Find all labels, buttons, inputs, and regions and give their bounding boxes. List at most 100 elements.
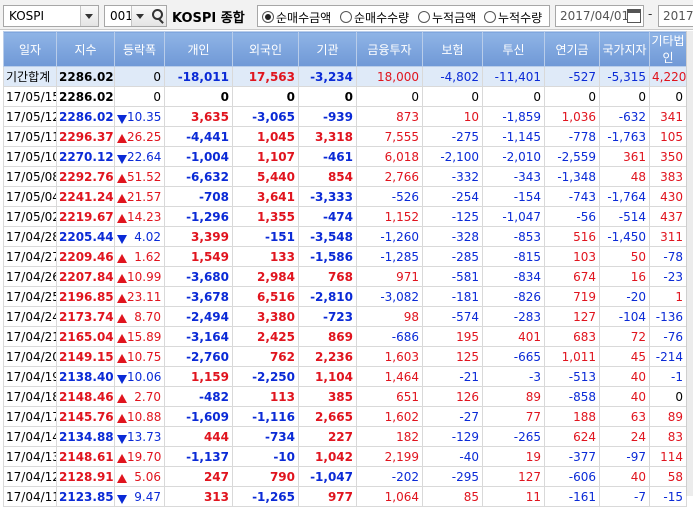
insurance-cell: 126 xyxy=(422,386,483,407)
individual-cell: 0 xyxy=(164,86,233,107)
date-cell: 17/04/13 xyxy=(3,446,57,467)
table-row[interactable]: 17/05/11 2296.37 26.25 -4,441 1,045 3,318 7,55… xyxy=(3,126,687,147)
triangle-up-icon xyxy=(117,193,127,203)
chevron-down-icon[interactable] xyxy=(131,6,149,26)
change-cell: 13.73 xyxy=(114,426,165,447)
index-cell: 2196.85 xyxy=(56,286,115,307)
date-cell: 17/04/14 xyxy=(3,426,57,447)
table-row[interactable]: 17/04/12 2128.91 5.06 247 790 -1,047 -202 -295 1… xyxy=(3,466,687,487)
individual-cell: -1,296 xyxy=(164,206,233,227)
radio-net-buy-amount[interactable]: 순매수금액 xyxy=(262,9,331,26)
code-combo[interactable]: 001 xyxy=(104,5,150,27)
date-cell: 17/04/18 xyxy=(3,386,57,407)
table-row[interactable]: 17/04/17 2145.76 10.88 -1,609 -1,116 2,665 1,6… xyxy=(3,406,687,427)
date-to-field[interactable]: 2017/ xyxy=(658,5,693,27)
financial-investment-cell: 18,000 xyxy=(356,66,423,87)
pension-fund-cell: -527 xyxy=(544,66,600,87)
radio-cumulative-quantity[interactable]: 누적수량 xyxy=(484,9,542,26)
foreign-cell: -1,265 xyxy=(232,486,299,507)
financial-investment-cell: 1,603 xyxy=(356,346,423,367)
other-corp-cell: -76 xyxy=(649,326,687,347)
table-row[interactable]: 17/04/25 2196.85 23.11 -3,678 6,516 -2,810 -3,… xyxy=(3,286,687,307)
table-row[interactable]: 17/04/21 2165.04 15.89 -3,164 2,425 869 -686 19… xyxy=(3,326,687,347)
chevron-down-icon[interactable] xyxy=(80,6,98,26)
other-corp-cell: 430 xyxy=(649,186,687,207)
column-header[interactable]: 금융투자 xyxy=(356,31,423,67)
column-header[interactable]: 기관 xyxy=(298,31,357,67)
column-header[interactable]: 국가지자 xyxy=(599,31,650,67)
column-header[interactable]: 투신 xyxy=(482,31,545,67)
institution-cell: 869 xyxy=(298,326,357,347)
column-header[interactable]: 연기금 xyxy=(544,31,600,67)
government-cell: -514 xyxy=(599,206,650,227)
change-cell: 22.64 xyxy=(114,146,165,167)
change-value: 10.88 xyxy=(127,409,162,424)
index-cell: 2296.37 xyxy=(56,126,115,147)
table-row[interactable]: 17/04/13 2148.61 19.70 -1,137 -10 1,042 2,199-… xyxy=(3,446,687,467)
investment-trust-cell: 0 xyxy=(482,86,545,107)
column-header[interactable]: 지수 xyxy=(56,31,115,67)
financial-investment-cell: 1,464 xyxy=(356,366,423,387)
government-cell: -20 xyxy=(599,286,650,307)
table-row[interactable]: 17/04/27 2209.46 1.62 1,549 133 -1,586 -1,285-… xyxy=(3,246,687,267)
government-cell: 24 xyxy=(599,426,650,447)
column-header[interactable]: 개인 xyxy=(164,31,233,67)
table-row[interactable]: 17/05/08 2292.76 51.52 -6,632 5,440 854 2,766-… xyxy=(3,166,687,187)
table-row[interactable]: 17/04/20 2149.15 10.75 -2,760 762 2,236 1,603 1… xyxy=(3,346,687,367)
date-cell: 17/04/24 xyxy=(3,306,57,327)
date-cell: 17/05/08 xyxy=(3,166,57,187)
date-from-field[interactable]: 2017/04/01 xyxy=(555,5,644,27)
foreign-cell: 0 xyxy=(232,86,299,107)
column-header[interactable]: 외국인 xyxy=(232,31,299,67)
view-mode-radio-group: 순매수금액 순매수수량 누적금액 누적수량 xyxy=(257,5,550,27)
table-row[interactable]: 17/05/15 2286.02 0 0 0 0 0 0 0 0 0 0 xyxy=(3,86,687,107)
radio-cumulative-amount[interactable]: 누적금액 xyxy=(418,9,476,26)
table-row[interactable]: 17/04/18 2148.46 2.70 -482 113 385 651 126 89 -85… xyxy=(3,386,687,407)
table-row[interactable]: 17/04/24 2173.74 8.70 -2,494 3,380 -723 98 -574… xyxy=(3,306,687,327)
institution-cell: -1,586 xyxy=(298,246,357,267)
investment-trust-cell: -343 xyxy=(482,166,545,187)
investment-trust-cell: -3 xyxy=(482,366,545,387)
toolbar: KOSPI 001 KOSPI 종합 순매수금액 순매수수량 누적금액 누적수량… xyxy=(0,0,693,30)
table-row[interactable]: 17/04/19 2138.40 10.06 1,159 -2,250 1,104 1,46… xyxy=(3,366,687,387)
financial-investment-cell: -526 xyxy=(356,186,423,207)
column-header[interactable]: 등락폭 xyxy=(114,31,165,67)
institution-cell: -3,333 xyxy=(298,186,357,207)
index-cell: 2286.02 xyxy=(56,86,115,107)
index-cell: 2270.12 xyxy=(56,146,115,167)
date-cell: 17/05/11 xyxy=(3,126,57,147)
individual-cell: -6,632 xyxy=(164,166,233,187)
table-row[interactable]: 17/04/14 2134.88 13.73 444 -734 227 182 -129 -26… xyxy=(3,426,687,447)
foreign-cell: 3,641 xyxy=(232,186,299,207)
institution-cell: 385 xyxy=(298,386,357,407)
financial-investment-cell: 2,199 xyxy=(356,446,423,467)
index-cell: 2145.76 xyxy=(56,406,115,427)
date-cell: 17/05/15 xyxy=(3,86,57,107)
column-header[interactable]: 보험 xyxy=(422,31,483,67)
change-cell: 14.23 xyxy=(114,206,165,227)
search-button[interactable] xyxy=(149,5,167,27)
column-header[interactable]: 일자 xyxy=(3,31,57,67)
vertical-scrollbar[interactable] xyxy=(686,31,693,496)
change-value: 5.06 xyxy=(134,469,161,484)
other-corp-cell: 114 xyxy=(649,446,687,467)
table-row[interactable]: 17/04/11 2123.85 9.47 313 -1,265 977 1,064 85 11… xyxy=(3,486,687,507)
other-corp-cell: -78 xyxy=(649,246,687,267)
table-row[interactable]: 17/05/12 2286.02 10.35 3,635 -3,065 -939 873 10… xyxy=(3,106,687,127)
pension-fund-cell: 127 xyxy=(544,306,600,327)
institution-cell: -3,234 xyxy=(298,66,357,87)
government-cell: -1,763 xyxy=(599,126,650,147)
table-row[interactable]: 17/05/10 2270.12 22.64 -1,004 1,107 -461 6,018… xyxy=(3,146,687,167)
calendar-icon[interactable] xyxy=(627,9,641,23)
table-header-row: 일자 지수 등락폭 개인 외국인 기관 금융투자 보험 투신 연기금 국가지자 기타법인 xyxy=(3,31,687,67)
table-row[interactable]: 17/04/28 2205.44 4.02 3,399 -151 -3,548 -1,260… xyxy=(3,226,687,247)
table-row[interactable]: 17/05/04 2241.24 21.57 -708 3,641 -3,333 -526-… xyxy=(3,186,687,207)
table-row[interactable]: 17/04/26 2207.84 10.99 -3,680 2,984 768 971 -58… xyxy=(3,266,687,287)
table-row[interactable]: 기간합계 2286.02 0 -18,011 17,563 -3,234 18,000 -4,… xyxy=(3,66,687,87)
foreign-cell: 762 xyxy=(232,346,299,367)
market-combo[interactable]: KOSPI xyxy=(3,5,99,27)
radio-net-buy-quantity[interactable]: 순매수수량 xyxy=(340,9,409,26)
pension-fund-cell: 1,011 xyxy=(544,346,600,367)
column-header[interactable]: 기타법인 xyxy=(649,31,687,67)
table-row[interactable]: 17/05/02 2219.67 14.23 -1,296 1,355 -474 1,152… xyxy=(3,206,687,227)
